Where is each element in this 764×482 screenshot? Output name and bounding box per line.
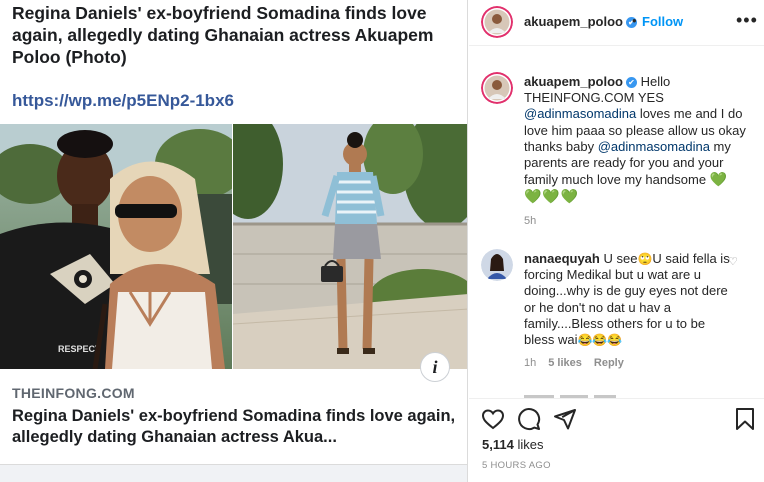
article-source: THEINFONG.COM [12, 385, 135, 401]
username-text[interactable]: akuapem_poloo [524, 14, 623, 29]
likes-count[interactable]: 5,114 likes [482, 437, 543, 452]
verified-icon: ✔ [625, 77, 637, 88]
caption-avatar[interactable] [481, 72, 513, 104]
shirt-text: RESPECT [58, 344, 101, 354]
more-icon[interactable]: ••• [736, 10, 758, 31]
woman-photo[interactable] [233, 124, 467, 369]
comment-body: nanaequyah U see🙄U said fella is forcing… [524, 251, 734, 348]
avatar[interactable] [481, 6, 513, 38]
reply-button[interactable]: Reply [594, 357, 624, 369]
mention-link[interactable]: @adinmasomadina [524, 106, 636, 121]
article-preview-card: Regina Daniels' ex-boyfriend Somadina fi… [0, 0, 468, 482]
post-caption: akuapem_poloo ✔ Hello THEINFONG.COM YES @… [524, 74, 756, 206]
couple-photo[interactable]: RESPECT [0, 124, 232, 369]
eye-roll-emoji: 🙄 [637, 252, 653, 266]
article-headline: Regina Daniels' ex-boyfriend Somadina fi… [12, 3, 434, 67]
comment-likes[interactable]: 5 likes [548, 357, 582, 369]
green-hearts-emoji: 💚💚💚 [524, 188, 580, 205]
mention-link[interactable]: @adinmasomadina [598, 139, 710, 154]
instagram-panel: akuapem_poloo ✔ • Follow ••• akuapem_polo… [469, 0, 764, 482]
info-icon[interactable]: i [420, 352, 450, 382]
header-separator: • [632, 13, 637, 28]
green-heart-emoji: 💚 [709, 171, 729, 188]
commenter-avatar[interactable] [481, 249, 513, 281]
article-link[interactable]: https://wp.me/p5ENp2-1bx6 [12, 91, 234, 111]
save-icon[interactable] [733, 407, 757, 431]
post-time-ago[interactable]: 5 HOURS AGO [482, 460, 551, 471]
laughing-emoji: 😂😂😂 [577, 333, 623, 348]
comment-time[interactable]: 1h [524, 357, 536, 369]
like-icon[interactable] [481, 407, 505, 431]
comment-text: U see [599, 251, 638, 266]
follow-button[interactable]: Follow [642, 14, 683, 29]
post-header: akuapem_poloo ✔ • Follow ••• [469, 0, 764, 46]
comment-meta: 1h 5 likes Reply [524, 357, 636, 369]
comment-icon[interactable] [517, 407, 541, 431]
comment-like-icon[interactable]: ♡ [728, 255, 738, 268]
share-icon[interactable] [553, 407, 577, 431]
article-preview-title[interactable]: Regina Daniels' ex-boyfriend Somadina fi… [12, 406, 462, 448]
post-actions: 5,114 likes 5 HOURS AGO [469, 398, 764, 482]
caption-timestamp[interactable]: 5h [524, 215, 536, 227]
commenter-username[interactable]: nanaequyah [524, 251, 600, 266]
caption-username[interactable]: akuapem_poloo [524, 74, 623, 89]
preview-bottom-strip [0, 464, 467, 482]
likes-number: 5,114 [482, 437, 514, 452]
post-username[interactable]: akuapem_poloo ✔ [524, 14, 637, 29]
likes-word: likes [513, 437, 544, 452]
